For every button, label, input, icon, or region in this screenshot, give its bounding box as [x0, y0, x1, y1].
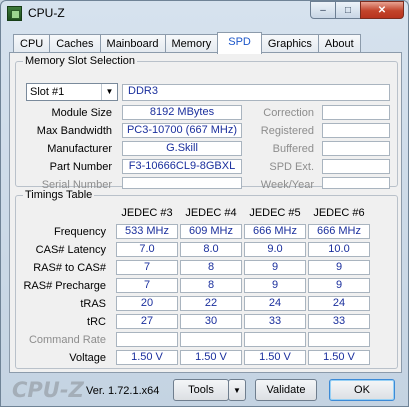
- registered-label: Registered: [260, 125, 314, 137]
- tools-button[interactable]: Tools: [173, 379, 229, 401]
- max-bandwidth-value: PC3-10700 (667 MHz): [122, 123, 242, 138]
- timings-table-title: Timings Table: [23, 189, 95, 202]
- buffered-label: Buffered: [272, 143, 314, 155]
- manufacturer-label: Manufacturer: [47, 143, 112, 155]
- timing-cell: 7.0: [116, 242, 178, 257]
- manufacturer-value: G.Skill: [122, 141, 242, 156]
- spd-panel: Memory Slot Selection Slot #1 ▼ DDR3 Mod…: [9, 52, 402, 373]
- ok-button[interactable]: OK: [329, 379, 395, 401]
- frequency-label: Frequency: [54, 226, 106, 238]
- window-title: CPU-Z: [28, 6, 65, 20]
- memory-slot-selection-title: Memory Slot Selection: [23, 55, 138, 68]
- timing-cell: 33: [308, 314, 370, 329]
- version-label: Ver. 1.72.1.x64: [86, 385, 160, 397]
- minimize-button[interactable]: –: [310, 1, 336, 19]
- timing-cell: 22: [180, 296, 242, 311]
- cpuz-window: CPU-Z – □ ✕ CPU Caches Mainboard Memory …: [0, 0, 409, 407]
- tab-spd[interactable]: SPD: [217, 32, 262, 54]
- column-header: JEDEC #5: [249, 207, 301, 219]
- tab-about[interactable]: About: [317, 34, 361, 54]
- column-header: JEDEC #3: [121, 207, 173, 219]
- command-rate-label: Command Rate: [28, 334, 106, 346]
- memory-slot-selection-group: Memory Slot Selection Slot #1 ▼ DDR3 Mod…: [15, 55, 398, 191]
- tools-dropdown-button[interactable]: ▼: [228, 379, 246, 401]
- timing-cell: 9: [308, 278, 370, 293]
- tab-cpu[interactable]: CPU: [13, 34, 51, 54]
- module-size-label: Module Size: [51, 107, 112, 119]
- registered-value: [322, 123, 390, 138]
- correction-value: [322, 105, 390, 120]
- timing-cell: 1.50 V: [308, 350, 370, 365]
- timing-cell: 1.50 V: [116, 350, 178, 365]
- part-number-label: Part Number: [49, 161, 112, 173]
- trc-label: tRC: [87, 316, 106, 328]
- timing-cell: 666 MHz: [244, 224, 306, 239]
- buffered-value: [322, 141, 390, 156]
- tab-bar: CPU Caches Mainboard Memory SPD Graphics…: [13, 32, 361, 54]
- timing-cell: 8: [180, 260, 242, 275]
- slot-select-value: Slot #1: [30, 86, 65, 98]
- timing-cell: 8.0: [180, 242, 242, 257]
- timing-cell: 9: [308, 260, 370, 275]
- module-size-value: 8192 MBytes: [122, 105, 242, 120]
- timing-cell: 609 MHz: [180, 224, 242, 239]
- correction-label: Correction: [263, 107, 314, 119]
- timing-cell: 24: [244, 296, 306, 311]
- tras-label: tRAS: [80, 298, 106, 310]
- week-year-value: [322, 177, 390, 189]
- timing-cell: 30: [180, 314, 242, 329]
- voltage-label: Voltage: [69, 352, 106, 364]
- timing-cell: [180, 332, 242, 347]
- cpuz-logo: CPU-Z: [12, 378, 84, 402]
- spd-ext-label: SPD Ext.: [269, 161, 314, 173]
- tab-caches[interactable]: Caches: [49, 34, 101, 54]
- timings-table-group: Timings Table JEDEC #3 JEDEC #4 JEDEC #5…: [15, 189, 398, 369]
- cpuz-app-icon: [7, 6, 22, 21]
- timing-cell: 27: [116, 314, 178, 329]
- timing-cell: 7: [116, 278, 178, 293]
- ras-precharge-label: RAS# Precharge: [23, 280, 106, 292]
- title-bar[interactable]: CPU-Z – □ ✕: [1, 1, 408, 27]
- timing-cell: [308, 332, 370, 347]
- tab-graphics[interactable]: Graphics: [260, 34, 319, 54]
- column-header: JEDEC #6: [313, 207, 365, 219]
- timing-cell: 20: [116, 296, 178, 311]
- timing-cell: 533 MHz: [116, 224, 178, 239]
- timing-cell: 9: [244, 278, 306, 293]
- part-number-value: F3-10666CL9-8GBXL: [122, 159, 242, 174]
- timing-cell: 1.50 V: [180, 350, 242, 365]
- timing-cell: 9.0: [244, 242, 306, 257]
- validate-button[interactable]: Validate: [255, 379, 317, 401]
- memory-type-value: DDR3: [122, 84, 390, 101]
- chevron-down-icon: ▼: [101, 84, 117, 100]
- tab-memory[interactable]: Memory: [164, 34, 219, 54]
- timing-cell: [116, 332, 178, 347]
- slot-select[interactable]: Slot #1 ▼: [26, 83, 118, 101]
- close-button[interactable]: ✕: [360, 1, 404, 19]
- timing-cell: 666 MHz: [308, 224, 370, 239]
- serial-number-value: [122, 177, 242, 189]
- max-bandwidth-label: Max Bandwidth: [36, 125, 112, 137]
- cas-latency-label: CAS# Latency: [35, 244, 106, 256]
- tab-mainboard[interactable]: Mainboard: [99, 34, 166, 54]
- spd-ext-value: [322, 159, 390, 174]
- dropdown-arrow-icon: ▼: [233, 386, 241, 395]
- timing-cell: 8: [180, 278, 242, 293]
- timing-cell: 9: [244, 260, 306, 275]
- ras-to-cas-label: RAS# to CAS#: [33, 262, 106, 274]
- maximize-button[interactable]: □: [335, 1, 361, 19]
- timing-cell: 24: [308, 296, 370, 311]
- timing-cell: 10.0: [308, 242, 370, 257]
- timing-cell: 1.50 V: [244, 350, 306, 365]
- timing-cell: 33: [244, 314, 306, 329]
- timing-cell: 7: [116, 260, 178, 275]
- column-header: JEDEC #4: [185, 207, 237, 219]
- week-year-label: Week/Year: [260, 179, 314, 191]
- timing-cell: [244, 332, 306, 347]
